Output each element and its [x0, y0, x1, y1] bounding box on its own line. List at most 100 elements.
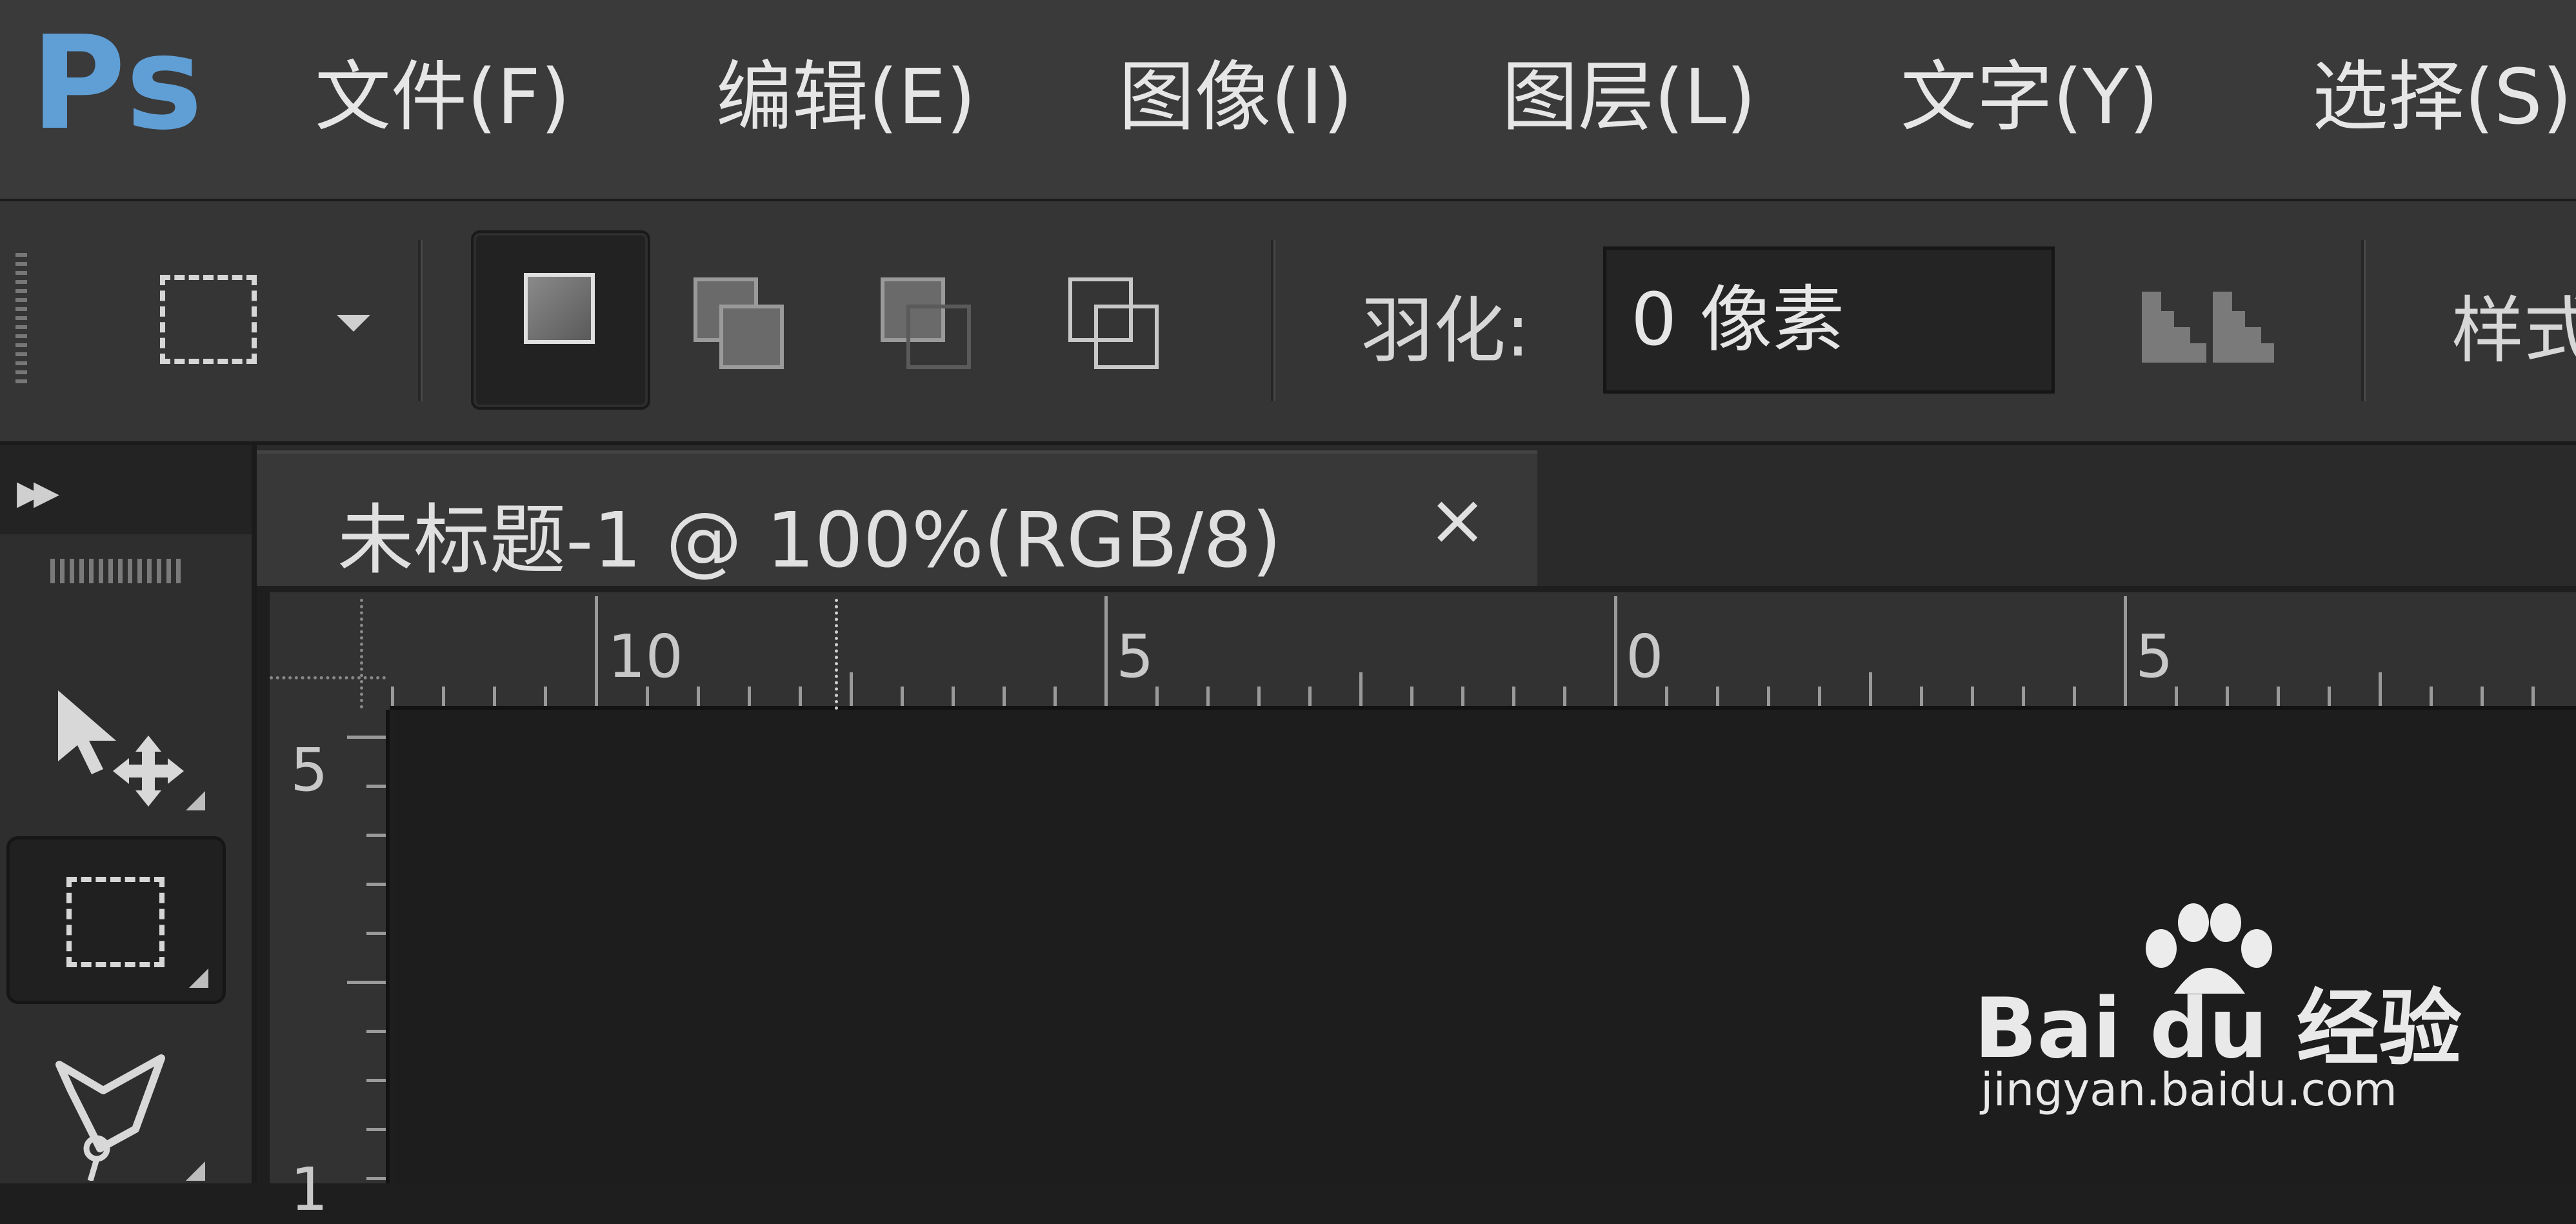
menu-layer[interactable]: 图层(L): [1502, 26, 1756, 168]
ruler-tick: [1971, 687, 1974, 706]
ruler-tick: [901, 687, 904, 706]
tool-flyout-indicator: [186, 1161, 205, 1181]
style-label: 样式: [2451, 289, 2576, 373]
menu-file[interactable]: 文件(F): [315, 26, 570, 168]
ruler-tick: [595, 596, 598, 706]
ruler-label: 5: [2135, 622, 2173, 691]
anti-alias-icon[interactable]: [2142, 279, 2284, 363]
menu-image[interactable]: 图像(I): [1119, 26, 1353, 168]
options-bar: 羽化: 0 像素 样式: [0, 201, 2576, 445]
menu-type[interactable]: 文字(Y): [1901, 26, 2159, 168]
ruler-tick: [1767, 687, 1770, 706]
app-logo: Ps: [31, 8, 206, 159]
intersect-selection-icon-part: [1094, 305, 1159, 369]
ruler-tick: [366, 1079, 386, 1082]
tools-panel-header: ▶▶: [0, 445, 252, 534]
document-tab[interactable]: 未标题-1 @ 100%(RGB/8) ×: [257, 450, 1537, 586]
separator: [418, 240, 423, 401]
ruler-tick: [697, 687, 700, 706]
separator: [1271, 240, 1275, 401]
ruler-label: 5: [290, 736, 328, 805]
ruler-tick: [850, 672, 853, 706]
ruler-tick: [1665, 687, 1668, 706]
ruler-tick: [1003, 687, 1006, 706]
ruler-tick: [1410, 687, 1413, 706]
feather-input[interactable]: 0 像素: [1603, 246, 2055, 394]
tool-preset-picker[interactable]: [148, 266, 400, 376]
ruler-tick: [366, 1030, 386, 1033]
add-to-selection-icon-part: [719, 305, 784, 369]
ruler-tick: [544, 687, 547, 706]
collapse-panel-icon[interactable]: ▶▶: [17, 474, 59, 512]
ruler-tick: [1155, 687, 1159, 706]
separator: [2361, 240, 2366, 401]
chevron-down-icon: [337, 315, 370, 332]
ruler-guide-marker: [835, 599, 838, 710]
ruler-tick: [2175, 687, 2178, 706]
ruler-tick: [1359, 672, 1363, 706]
ruler-tick: [2022, 687, 2025, 706]
ruler-tick: [2277, 687, 2280, 706]
ruler-tick: [2379, 672, 2382, 706]
close-icon[interactable]: ×: [1428, 478, 1487, 561]
tools-panel: ▶▶: [0, 445, 257, 1183]
document-tab-title: 未标题-1 @ 100%(RGB/8): [337, 496, 1282, 585]
document-tab-bar: 未标题-1 @ 100%(RGB/8) ×: [257, 445, 2576, 586]
ruler-tick: [366, 1177, 386, 1180]
watermark-url: jingyan.baidu.com: [1981, 1063, 2397, 1116]
ruler-tick: [1869, 672, 1872, 706]
ruler-tick: [347, 736, 386, 739]
ruler-tick: [2073, 687, 2076, 706]
subtract-from-selection-icon-part: [906, 305, 971, 369]
ruler-tick: [2481, 687, 2484, 706]
lasso-tool-button[interactable]: [6, 1026, 226, 1194]
ruler-label: 5: [1116, 622, 1154, 691]
ruler-tick: [952, 687, 955, 706]
ruler-tick: [1206, 687, 1210, 706]
ruler-tick: [1563, 687, 1566, 706]
ruler-tick: [2531, 687, 2535, 706]
ruler-tick: [1716, 687, 1719, 706]
menu-edit[interactable]: 编辑(E): [716, 26, 976, 168]
tool-flyout-indicator: [186, 791, 205, 810]
ruler-tick: [2328, 687, 2331, 706]
ruler-tick: [2124, 596, 2127, 706]
horizontal-ruler[interactable]: 10 5 0 5: [390, 592, 2576, 710]
ruler-tick: [1308, 687, 1312, 706]
ruler-tick: [2226, 687, 2229, 706]
subtract-from-selection-button[interactable]: [868, 240, 997, 395]
ruler-tick: [366, 1128, 386, 1131]
ruler-tick: [1461, 687, 1464, 706]
menu-bar: Ps 文件(F) 编辑(E) 图像(I) 图层(L) 文字(Y) 选择(S): [0, 0, 2576, 201]
ruler-tick: [366, 932, 386, 935]
ruler-origin-guide: [360, 599, 366, 708]
intersect-selection-button[interactable]: [1052, 240, 1181, 395]
ruler-label: 0: [1626, 622, 1664, 691]
add-to-selection-button[interactable]: [681, 240, 810, 395]
ruler-origin-guide: [270, 676, 386, 682]
new-selection-button[interactable]: [471, 230, 650, 410]
move-tool-button[interactable]: [6, 658, 226, 826]
rect-marquee-tool-button[interactable]: [6, 836, 226, 1004]
baidu-watermark: Bai du 经验 jingyan.baidu.com: [1974, 903, 2464, 1136]
ruler-tick: [1104, 596, 1108, 706]
new-selection-icon: [524, 273, 595, 344]
options-bar-grip[interactable]: [15, 253, 27, 388]
ruler-tick: [1053, 687, 1057, 706]
ruler-tick: [366, 834, 386, 837]
rect-marquee-icon: [160, 275, 257, 364]
ruler-tick: [366, 883, 386, 886]
ruler-tick: [748, 687, 751, 706]
polygonal-lasso-icon: [55, 1054, 165, 1181]
tool-flyout-indicator: [189, 968, 208, 988]
ruler-origin[interactable]: [270, 592, 390, 710]
move-tool-icon: [58, 690, 184, 807]
ruler-tick: [1614, 596, 1617, 706]
tools-panel-grip[interactable]: [50, 559, 186, 583]
menu-select[interactable]: 选择(S): [2312, 26, 2572, 168]
vertical-ruler[interactable]: 5 1: [270, 710, 390, 1224]
ruler-label: 10: [608, 622, 684, 691]
ruler-tick: [347, 981, 386, 984]
rect-marquee-icon: [66, 877, 165, 967]
ruler-tick: [1920, 687, 1923, 706]
